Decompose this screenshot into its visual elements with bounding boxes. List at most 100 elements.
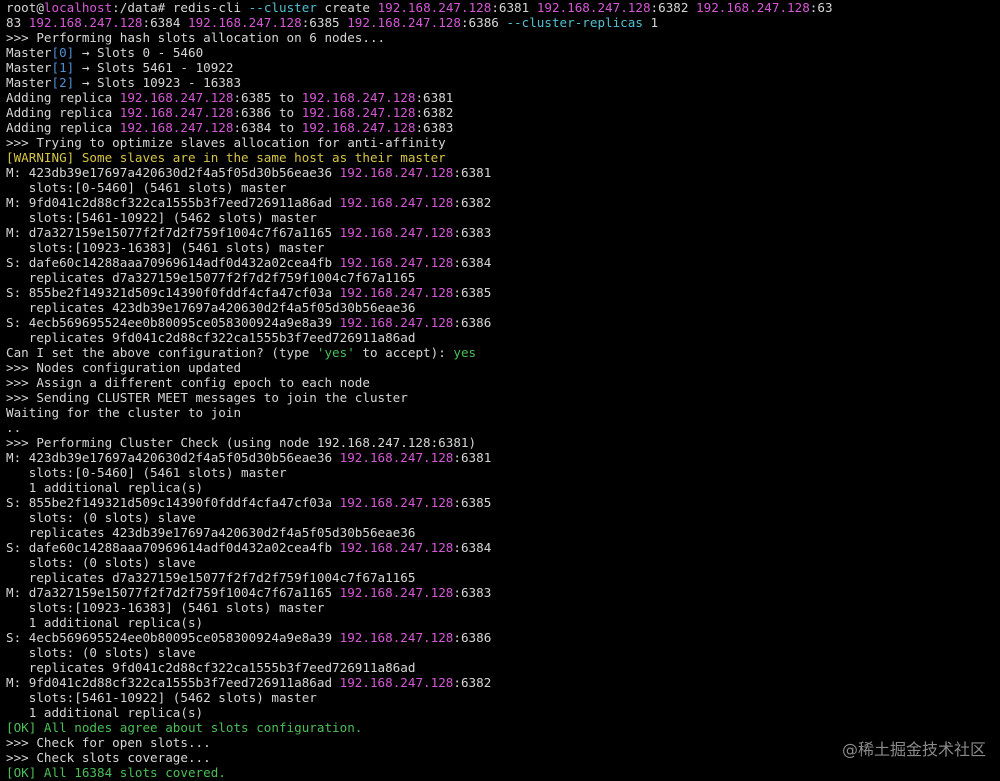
line-segment: 192.168.247.128 xyxy=(377,0,492,15)
line-output: S: 4ecb569695524ee0b80095ce058300924a9e8… xyxy=(6,315,1000,330)
line-output: slots:[0-5460] (5461 slots) master xyxy=(6,180,1000,195)
line-output: Adding replica 192.168.247.128:6384 to 1… xyxy=(6,120,1000,135)
line-segment: >>> Sending CLUSTER MEET messages to joi… xyxy=(6,390,408,405)
line-segment: 192.168.247.128 xyxy=(536,0,651,15)
line-segment: 192.168.247.128 xyxy=(339,585,454,600)
line-segment: :6384 xyxy=(453,540,492,555)
line-output: 1 additional replica(s) xyxy=(6,615,1000,630)
line-segment: :/data# redis-cli xyxy=(112,0,249,15)
line-output: Waiting for the cluster to join xyxy=(6,405,1000,420)
line-segment: 192.168.247.128 xyxy=(339,540,454,555)
line-segment: :6381 xyxy=(453,450,492,465)
line-segment: Waiting for the cluster to join xyxy=(6,405,242,420)
line-segment: 192.168.247.128 xyxy=(187,15,302,30)
line-output: S: dafe60c14288aaa70969614adf0d432a02cea… xyxy=(6,540,1000,555)
line-segment: [OK] All 16384 slots covered. xyxy=(6,765,226,780)
line-ok: [OK] All nodes agree about slots configu… xyxy=(6,720,1000,735)
line-segment: 192.168.247.128 xyxy=(339,315,454,330)
line-segment: create xyxy=(316,0,378,15)
line-segment: slots:[5461-10922] (5462 slots) master xyxy=(6,210,317,225)
line-segment: 83 xyxy=(6,15,29,30)
line-segment: replicates d7a327159e15077f2f7d2f759f100… xyxy=(6,570,416,585)
line-segment: 192.168.247.128 xyxy=(301,105,416,120)
line-segment: 192.168.247.128 xyxy=(347,15,461,30)
line-command-cont[interactable]: 83 192.168.247.128:6384 192.168.247.128:… xyxy=(6,15,1000,30)
line-output: replicates 9fd041c2d88cf322ca1555b3f7eed… xyxy=(6,330,1000,345)
line-segment: :6381 xyxy=(453,165,492,180)
line-output: >>> Assign a different config epoch to e… xyxy=(6,375,1000,390)
line-segment: replicates d7a327159e15077f2f7d2f759f100… xyxy=(6,270,416,285)
line-output: M: 9fd041c2d88cf322ca1555b3f7eed726911a8… xyxy=(6,675,1000,690)
line-output: M: 423db39e17697a420630d2f4a5f05d30b56ea… xyxy=(6,165,1000,180)
line-segment: 192.168.247.128 xyxy=(119,105,234,120)
line-output: >>> Trying to optimize slaves allocation… xyxy=(6,135,1000,150)
line-segment: :63 xyxy=(809,0,833,15)
line-segment: 192.168.247.128 xyxy=(119,90,234,105)
line-segment: .. xyxy=(6,420,22,435)
line-segment: 1 additional replica(s) xyxy=(6,705,204,720)
line-output: slots: (0 slots) slave xyxy=(6,645,1000,660)
line-segment: :6386 xyxy=(460,15,507,30)
line-output: S: dafe60c14288aaa70969614adf0d432a02cea… xyxy=(6,255,1000,270)
line-segment: replicates 423db39e17697a420630d2f4a5f05… xyxy=(6,525,416,540)
line-segment: :6383 xyxy=(453,585,492,600)
line-segment: M: 9fd041c2d88cf322ca1555b3f7eed726911a8… xyxy=(6,195,340,210)
terminal-window[interactable]: root@localhost:/data# redis-cli --cluste… xyxy=(0,0,1000,781)
line-segment: → Slots 5461 - 10922 xyxy=(74,60,234,75)
line-segment: 192.168.247.128 xyxy=(339,225,454,240)
line-output: slots:[5461-10922] (5462 slots) master xyxy=(6,210,1000,225)
line-segment: 192.168.247.128 xyxy=(301,120,416,135)
line-segment: to accept): xyxy=(354,345,454,360)
line-segment: :6383 xyxy=(415,120,454,135)
line-segment: 192.168.247.128 xyxy=(339,285,454,300)
line-segment: 192.168.247.128 xyxy=(301,90,416,105)
line-segment: 1 additional replica(s) xyxy=(6,615,204,630)
line-segment: [OK] All nodes agree about slots configu… xyxy=(6,720,363,735)
line-output: slots:[10923-16383] (5461 slots) master xyxy=(6,600,1000,615)
line-segment: >>> Performing Cluster Check (using node… xyxy=(6,435,477,450)
line-segment: S: 4ecb569695524ee0b80095ce058300924a9e8… xyxy=(6,630,340,645)
line-segment: 192.168.247.128 xyxy=(339,450,454,465)
line-output: .. xyxy=(6,420,1000,435)
line-command[interactable]: root@localhost:/data# redis-cli --cluste… xyxy=(6,0,1000,15)
line-segment: 192.168.247.128 xyxy=(339,630,454,645)
line-segment: yes xyxy=(453,345,477,360)
line-segment: M: d7a327159e15077f2f7d2f759f1004c7f67a1… xyxy=(6,225,340,240)
line-output: Adding replica 192.168.247.128:6385 to 1… xyxy=(6,90,1000,105)
line-segment: >>> Check for open slots... xyxy=(6,735,211,750)
watermark-text: @稀土掘金技术社区 xyxy=(841,740,986,759)
line-segment: 'yes' xyxy=(316,345,355,360)
line-output: M: d7a327159e15077f2f7d2f759f1004c7f67a1… xyxy=(6,225,1000,240)
line-segment: 192.168.247.128 xyxy=(339,195,454,210)
line-prompt[interactable]: Can I set the above configuration? (type… xyxy=(6,345,1000,360)
line-segment: replicates 9fd041c2d88cf322ca1555b3f7eed… xyxy=(6,660,416,675)
line-segment: Master xyxy=(6,45,52,60)
line-segment: :6382 xyxy=(650,0,697,15)
line-segment: :6384 xyxy=(453,255,492,270)
line-output: S: 4ecb569695524ee0b80095ce058300924a9e8… xyxy=(6,630,1000,645)
line-output: slots:[10923-16383] (5461 slots) master xyxy=(6,240,1000,255)
line-segment: 192.168.247.128 xyxy=(339,495,454,510)
line-output: >>> Sending CLUSTER MEET messages to joi… xyxy=(6,390,1000,405)
line-output: slots: (0 slots) slave xyxy=(6,555,1000,570)
line-output: replicates 9fd041c2d88cf322ca1555b3f7eed… xyxy=(6,660,1000,675)
line-segment: slots:[0-5460] (5461 slots) master xyxy=(6,180,287,195)
line-segment: 192.168.247.128 xyxy=(696,0,810,15)
line-output: S: 855be2f149321d509c14390f0fddf4cfa47cf… xyxy=(6,495,1000,510)
line-segment: :6385 xyxy=(453,285,492,300)
line-segment: :6385 xyxy=(453,495,492,510)
line-segment: :6385 to xyxy=(233,90,302,105)
line-segment: 1 additional replica(s) xyxy=(6,480,204,495)
line-segment: slots:[0-5460] (5461 slots) master xyxy=(6,465,287,480)
line-segment: M: d7a327159e15077f2f7d2f759f1004c7f67a1… xyxy=(6,585,340,600)
line-segment: --cluster xyxy=(248,0,317,15)
line-segment: 192.168.247.128 xyxy=(119,120,234,135)
line-segment: slots: (0 slots) slave xyxy=(6,645,196,660)
line-segment: 1 xyxy=(642,15,659,30)
line-output: Master[0] → Slots 0 - 5460 xyxy=(6,45,1000,60)
line-segment: >>> Trying to optimize slaves allocation… xyxy=(6,135,446,150)
line-segment: replicates 423db39e17697a420630d2f4a5f05… xyxy=(6,300,416,315)
line-segment: [0] xyxy=(51,45,75,60)
line-segment: S: dafe60c14288aaa70969614adf0d432a02cea… xyxy=(6,255,340,270)
line-segment: --cluster-replicas xyxy=(506,15,643,30)
